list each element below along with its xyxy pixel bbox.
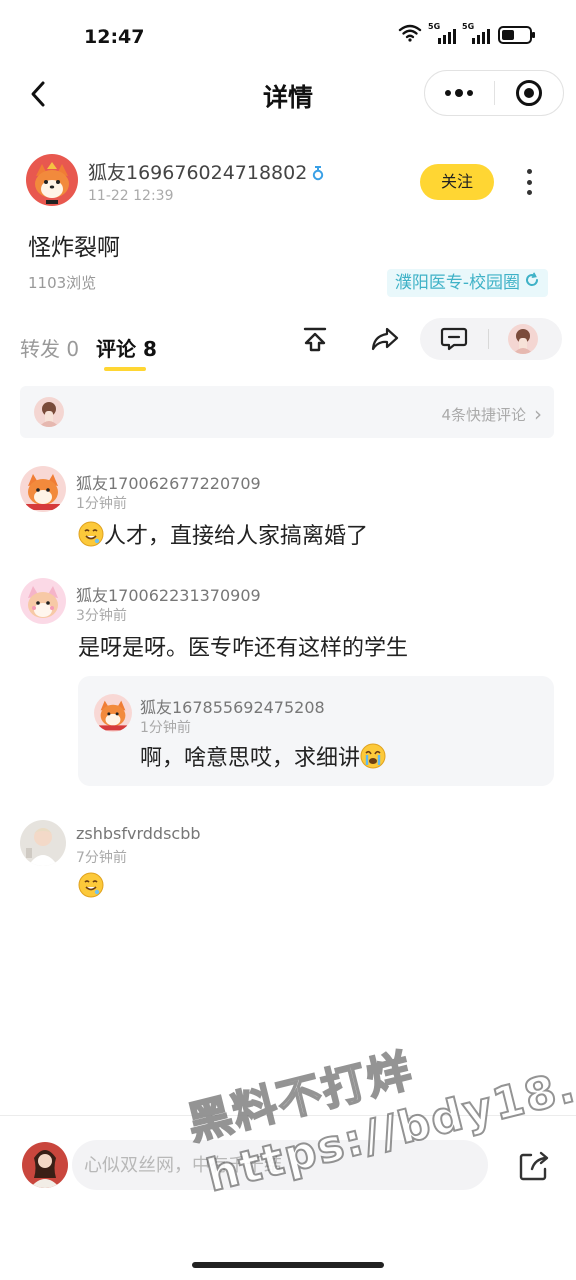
refresh-icon [524, 269, 540, 297]
top-button[interactable] [298, 322, 332, 356]
comment-avatar[interactable] [20, 578, 66, 624]
home-indicator[interactable] [192, 1262, 384, 1268]
forward-button[interactable] [368, 322, 402, 356]
crying-face-icon [360, 743, 386, 769]
status-time: 12:47 [84, 26, 145, 48]
comment-input[interactable] [72, 1140, 488, 1190]
status-icons: 5G 5G [398, 22, 535, 46]
wifi-icon [398, 24, 422, 46]
comment-author[interactable]: zshbsfvrddscbb [76, 824, 201, 843]
comment-author[interactable]: 狐友170062677220709 [76, 470, 261, 494]
reply-author[interactable]: 狐友167855692475208 [140, 694, 325, 718]
mini-program-capsule [424, 70, 564, 116]
comment-text: 是呀是呀。医专咋还有这样的学生 [78, 636, 409, 661]
post-time: 11-22 12:39 [88, 188, 174, 204]
comment-author[interactable]: 狐友170062231370909 [76, 582, 261, 606]
drooling-face-icon [78, 521, 104, 547]
author-name[interactable]: 狐友169676024718802 [88, 158, 325, 186]
follow-button[interactable]: 关注 [420, 164, 494, 200]
more-dots-icon [445, 88, 474, 97]
bottom-divider [0, 1115, 576, 1116]
tab-forward[interactable]: 转发 0 [20, 333, 79, 362]
post-more-button[interactable] [516, 166, 542, 198]
upload-arrow-icon [303, 327, 327, 352]
reply-avatar[interactable] [94, 694, 132, 732]
quick-comment-avatar [34, 397, 64, 427]
author-avatar[interactable] [26, 154, 78, 206]
watermark-line: 黑料不打烊 [182, 1044, 420, 1151]
tab-comment[interactable]: 评论 8 [96, 333, 157, 362]
comment-text [78, 872, 104, 898]
comment-bubble-icon[interactable] [440, 327, 468, 351]
post-content: 怪炸裂啊 [28, 235, 120, 261]
close-target-icon [515, 80, 542, 106]
my-avatar[interactable] [508, 324, 538, 354]
circle-tag[interactable]: 濮阳医专-校园圈 [386, 269, 548, 297]
comment-input-wrapper[interactable] [72, 1140, 488, 1190]
comment-text: 人才，直接给人家搞离婚了 [78, 518, 368, 550]
share-button[interactable] [514, 1146, 554, 1186]
drooling-face-icon [78, 872, 104, 898]
comment-avatar[interactable] [20, 466, 66, 512]
comment-time: 3分钟前 [76, 608, 127, 624]
reply-text: 啊，啥意思哎，求细讲 [140, 740, 386, 772]
gender-male-icon [311, 164, 325, 186]
nav-bar: 详情 [0, 66, 576, 122]
reply-box[interactable]: 狐友167855692475208 1分钟前 啊，啥意思哎，求细讲 [78, 676, 554, 786]
comment-time: 7分钟前 [76, 850, 127, 866]
reply-time: 1分钟前 [140, 720, 191, 736]
battery-icon [498, 26, 535, 44]
signal-icon: 5G [462, 22, 490, 44]
quick-comment-bar[interactable]: 4条快捷评论 › [20, 386, 554, 438]
comment-time: 1分钟前 [76, 496, 127, 512]
status-bar: 12:47 5G 5G [0, 0, 576, 66]
my-avatar[interactable] [22, 1142, 68, 1188]
forward-arrow-icon [371, 327, 399, 351]
tab-underline [104, 367, 146, 371]
comment-avatar[interactable] [20, 820, 66, 866]
close-button[interactable] [495, 71, 564, 115]
share-icon [519, 1151, 549, 1181]
quick-comment-label: 4条快捷评论 › [441, 402, 542, 426]
signal-icon: 5G [428, 22, 456, 44]
chevron-right-icon: › [534, 402, 542, 426]
comment-action-pill [420, 318, 562, 360]
view-count: 1103浏览 [28, 274, 97, 292]
more-menu-button[interactable] [425, 71, 494, 115]
